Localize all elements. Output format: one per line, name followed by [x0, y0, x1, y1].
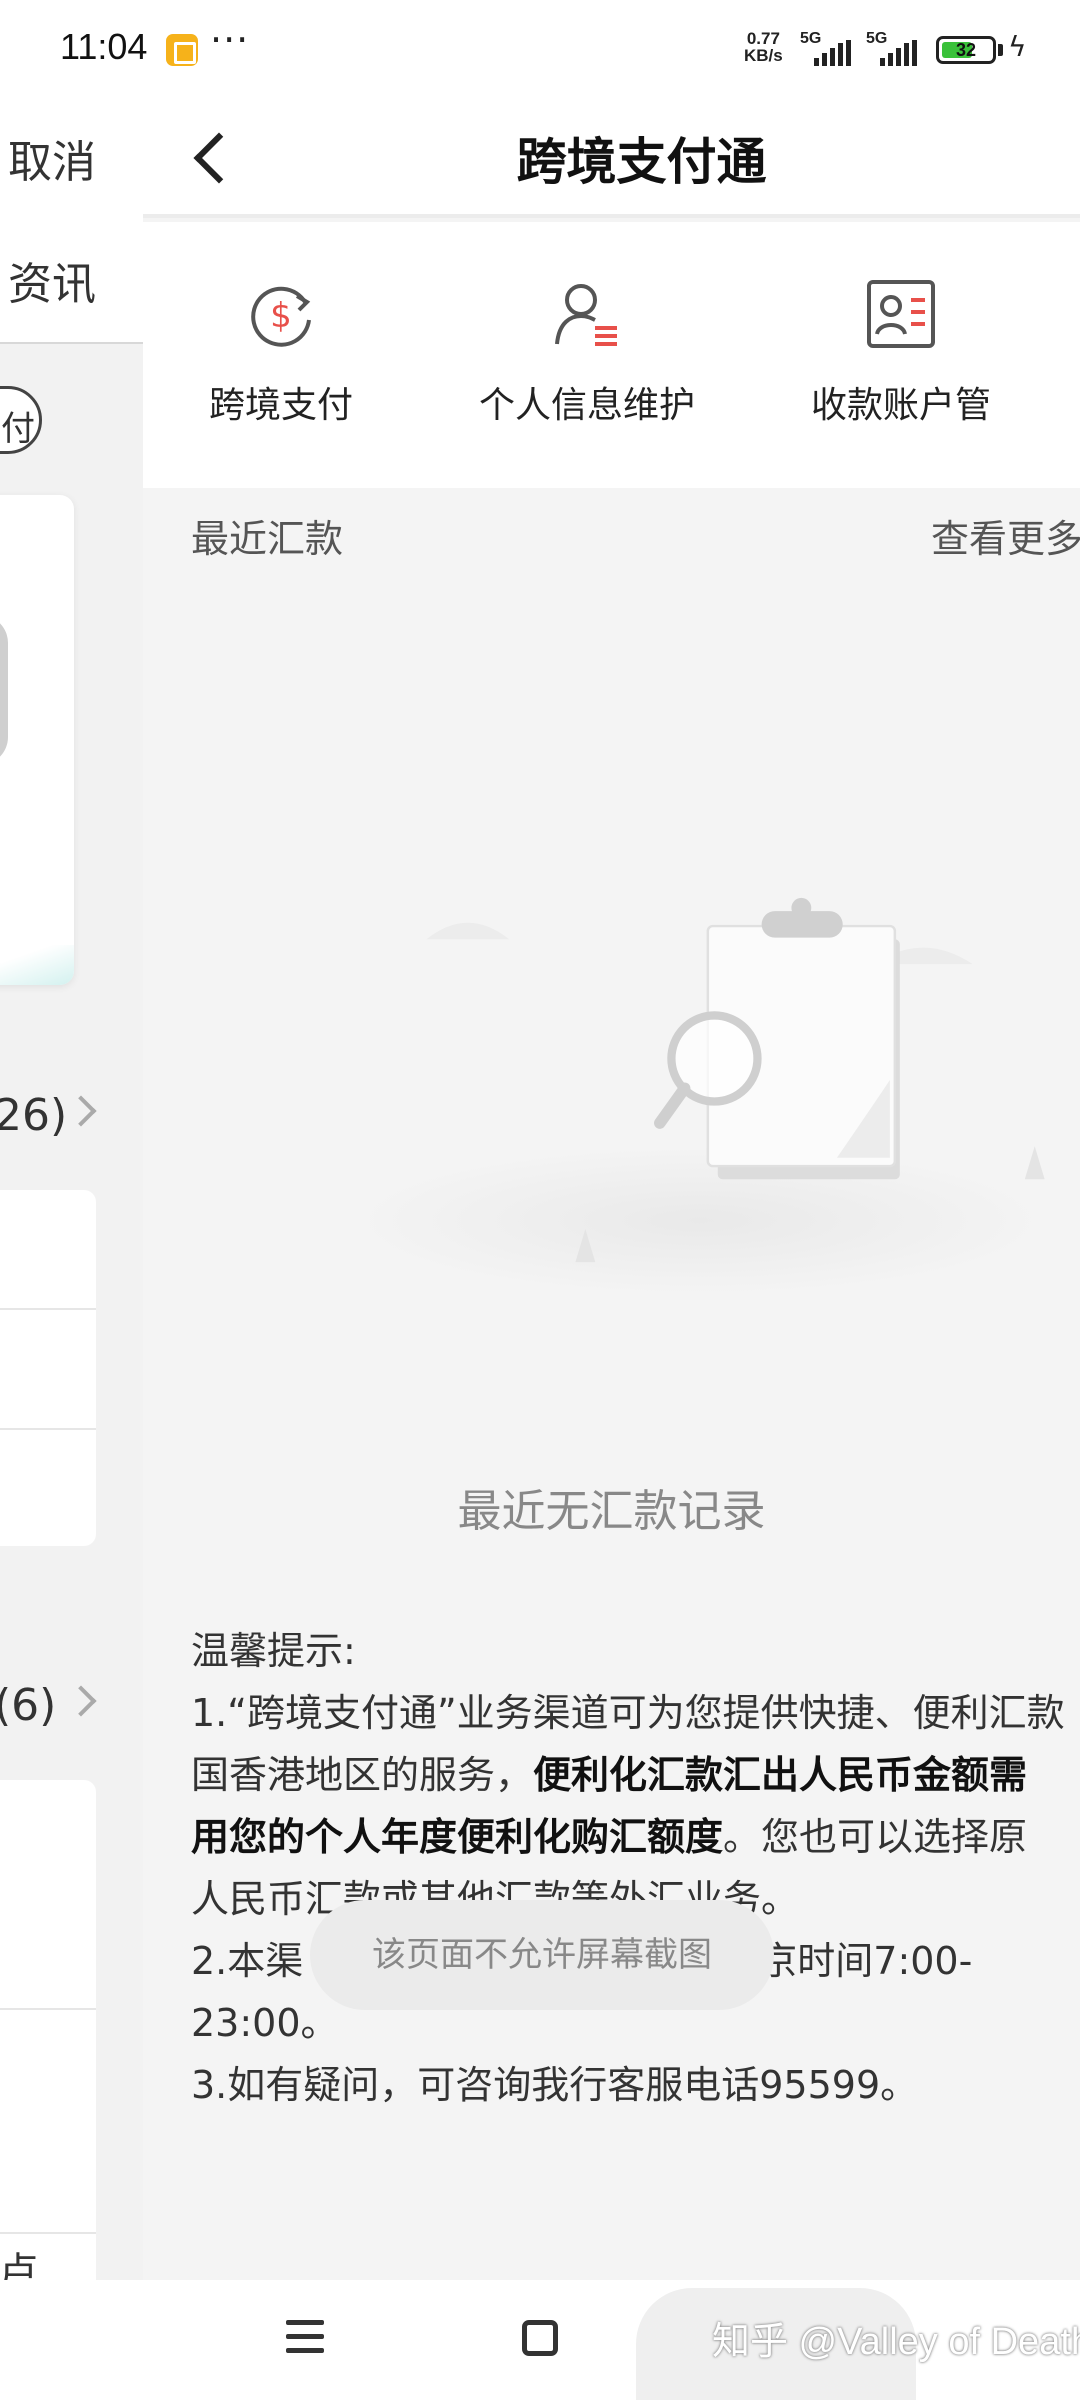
list-item-text: 卢 [0, 2250, 38, 2280]
status-time: 11:04 [60, 26, 148, 67]
watermark-text: 知乎 @Valley of Death [712, 2321, 1080, 2363]
shortcut-label: 收款账户管 [810, 385, 991, 426]
shortcut-personal-info[interactable]: 个人信息维护 [457, 222, 717, 488]
screenshot-blocked-toast: 该页面不允许屏幕截图 [310, 1900, 774, 2010]
charging-icon: ϟ [1008, 30, 1027, 63]
promo-card[interactable] [0, 495, 74, 985]
empty-state-text: 最近无汇款记录 [457, 1486, 766, 1537]
top-nav-bar: 跨境支付通 [143, 100, 1080, 218]
notification-app-icon [166, 34, 198, 66]
shortcut-bar: $ 跨境支付 个人信息维护 收款账户管 [143, 222, 1080, 488]
list-card-1[interactable] [0, 1190, 96, 1546]
cancel-button[interactable]: 取消 [8, 126, 96, 190]
battery-icon: 32 [936, 36, 996, 64]
contact-card-icon [867, 280, 935, 348]
shortcut-label: 个人信息维护 [478, 385, 695, 426]
menu-icon[interactable] [286, 2320, 324, 2354]
shortcut-payee-accounts[interactable]: 收款账户管 [771, 222, 1031, 488]
shortcut-label: 跨境支付 [208, 385, 353, 426]
tips-line-2: 国香港地区的服务，便利化汇款汇出人民币金额需 [191, 1753, 1028, 1797]
network-speed: 0.77 KB/s [744, 30, 783, 64]
dollar-cycle-icon: $ [251, 286, 311, 347]
system-nav-bar: 知乎 @Valley of Death [0, 2280, 1080, 2400]
network-speed-value: 0.77 [746, 29, 780, 48]
network-speed-unit: KB/s [744, 46, 783, 65]
list-card-2[interactable] [0, 1780, 96, 2280]
section-count-1: 26) [0, 1090, 68, 1141]
background-page-panel: 取消 资讯 付 26) (6) 卢 [0, 100, 143, 2280]
status-bar: 11:04 ··· 0.77 KB/s 5G 5G 32 ϟ [0, 0, 1080, 100]
svg-text:$: $ [270, 296, 292, 336]
home-icon[interactable] [522, 2320, 558, 2356]
shortcut-cross-border-pay[interactable]: $ 跨境支付 [151, 222, 411, 488]
more-notifications-icon: ··· [210, 18, 250, 62]
recent-remittance-title: 最近汇款 [191, 517, 344, 561]
empty-clipboard-illustration [351, 897, 1048, 1296]
person-list-icon [555, 284, 617, 346]
tips-line-1: 1.“跨境支付通”业务渠道可为您提供快捷、便利汇款 [191, 1691, 1065, 1735]
tips-heading: 温馨提示: [191, 1629, 356, 1673]
page-title: 跨境支付通 [516, 133, 767, 191]
chevron-right-icon-2[interactable] [65, 1685, 97, 1717]
view-more-link[interactable]: 查看更多 [931, 508, 1080, 563]
pay-tag[interactable]: 付 [0, 386, 42, 454]
chevron-right-icon[interactable] [65, 1095, 97, 1127]
section-count-2: (6) [0, 1680, 57, 1731]
tips-section: 温馨提示: 1.“跨境支付通”业务渠道可为您提供快捷、便利汇款 国香港地区的服务… [191, 1620, 1080, 2116]
battery-level: 32 [955, 40, 977, 60]
news-tab[interactable]: 资讯 [8, 248, 96, 312]
tips-line-3: 用您的个人年度便利化购汇额度。您也可以选择原 [191, 1815, 1028, 1859]
recent-remittance-header: 最近汇款 查看更多 [143, 488, 1080, 568]
tips-line-7: 3.如有疑问，可咨询我行客服电话95599。 [191, 2063, 919, 2107]
